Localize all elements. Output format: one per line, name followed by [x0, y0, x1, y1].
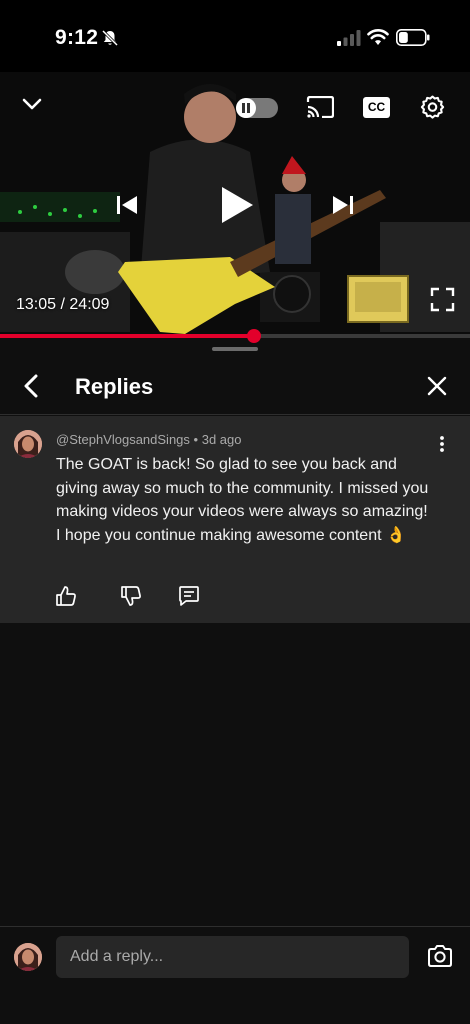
- more-options-icon[interactable]: [434, 435, 450, 453]
- comment-age: 3d ago: [201, 432, 242, 447]
- time-readout: 13:05 / 24:09: [16, 296, 109, 314]
- settings-gear-icon[interactable]: [420, 95, 445, 120]
- previous-icon[interactable]: [115, 193, 139, 217]
- battery-icon: [396, 29, 430, 46]
- comment-author[interactable]: @StephVlogsandSings: [56, 432, 190, 447]
- replies-header: Replies: [0, 357, 470, 415]
- avatar[interactable]: [14, 430, 42, 458]
- scrubber-handle[interactable]: [246, 329, 261, 343]
- time-separator: /: [60, 296, 65, 313]
- close-icon[interactable]: [426, 375, 448, 397]
- next-icon[interactable]: [331, 193, 355, 217]
- cellular-signal-icon: [337, 30, 361, 46]
- play-icon[interactable]: [219, 185, 255, 225]
- captions-icon[interactable]: CC: [363, 97, 390, 118]
- status-time: 9:12: [55, 26, 99, 49]
- video-progress-fill: [0, 334, 254, 338]
- video-player[interactable]: CC 13:05 / 24:09: [0, 72, 470, 338]
- parent-comment: @StephVlogsandSings • 3d ago The GOAT is…: [0, 416, 470, 623]
- cast-icon[interactable]: [306, 96, 334, 118]
- meta-separator: •: [193, 432, 199, 447]
- avatar-image: [14, 430, 42, 458]
- bell-off-icon: [101, 29, 119, 47]
- comment-meta: @StephVlogsandSings • 3d ago: [56, 432, 241, 447]
- status-bar: 9:12: [0, 0, 470, 72]
- like-icon[interactable]: [55, 585, 77, 607]
- wifi-icon: [367, 29, 389, 45]
- reply-icon[interactable]: [178, 585, 200, 607]
- reply-input[interactable]: [56, 936, 409, 978]
- avatar-image: [14, 943, 42, 971]
- back-arrow-icon[interactable]: [20, 373, 44, 399]
- autoplay-toggle[interactable]: [236, 98, 278, 118]
- avatar: [14, 943, 42, 971]
- collapse-chevron-icon[interactable]: [22, 97, 42, 111]
- video-progress-bar[interactable]: [0, 329, 470, 343]
- fullscreen-icon[interactable]: [430, 287, 455, 312]
- autoplay-toggle-knob: [236, 98, 256, 118]
- total-time: 24:09: [69, 296, 110, 313]
- comment-text: The GOAT is back! So glad to see you bac…: [56, 456, 429, 544]
- page-title: Replies: [75, 374, 154, 399]
- dislike-icon[interactable]: [120, 585, 142, 607]
- panel-drag-handle[interactable]: [212, 347, 258, 351]
- reply-composer: [0, 926, 470, 1024]
- current-time: 13:05: [16, 296, 57, 313]
- pause-icon: [242, 103, 250, 113]
- camera-icon[interactable]: [427, 944, 453, 968]
